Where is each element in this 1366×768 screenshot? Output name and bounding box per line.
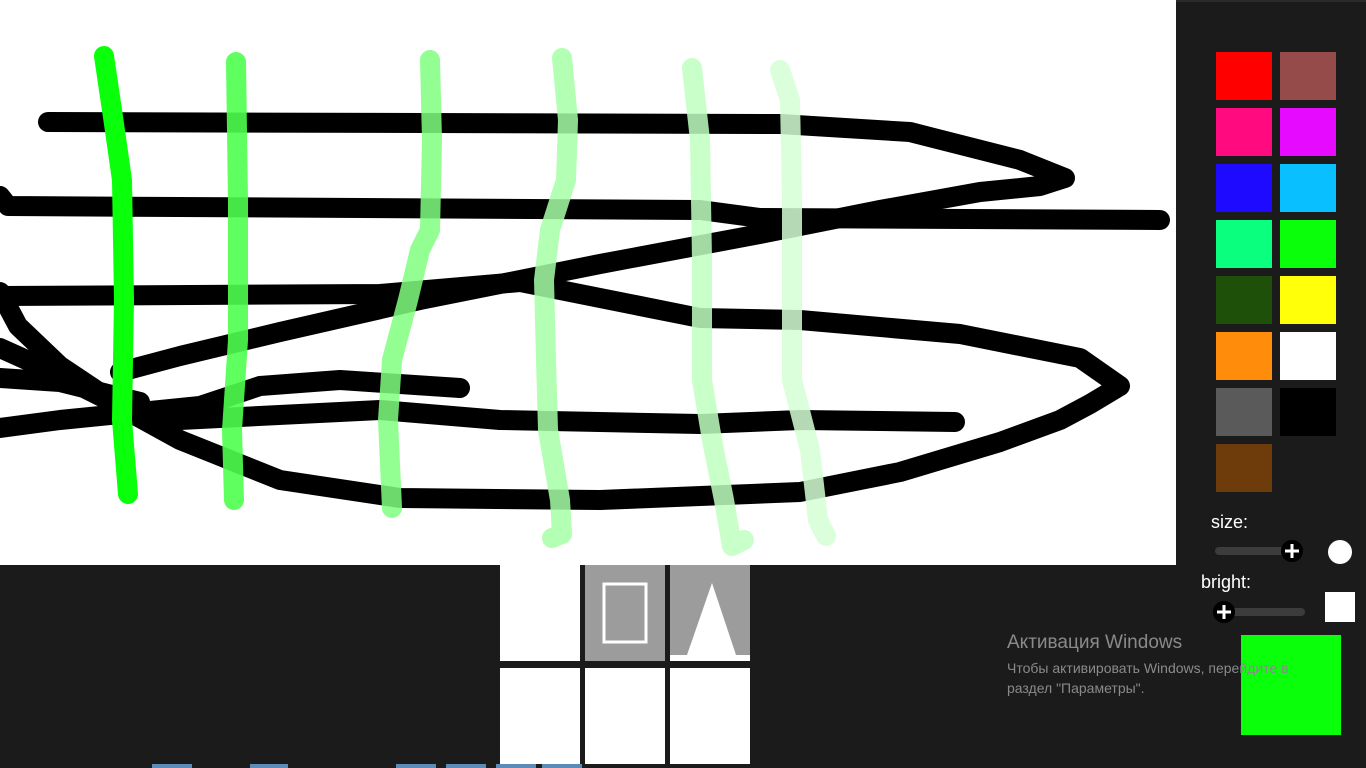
blank-tool[interactable] xyxy=(670,668,750,765)
color-swatch-white[interactable] xyxy=(1280,332,1336,380)
plus-icon xyxy=(1281,540,1304,562)
color-swatch-pink[interactable] xyxy=(1216,108,1272,156)
current-color-preview xyxy=(1241,635,1341,735)
green-stroke xyxy=(770,60,836,546)
blank-tool[interactable] xyxy=(585,668,665,765)
drawing-canvas[interactable] xyxy=(0,0,1176,565)
bright-label: bright: xyxy=(1201,572,1252,592)
triangle-icon xyxy=(670,583,750,661)
taskbar-strip xyxy=(0,764,1366,768)
taskbar-item[interactable] xyxy=(542,764,582,768)
brightness-preview xyxy=(1325,592,1355,622)
blank-tool[interactable] xyxy=(500,565,580,661)
plus-icon xyxy=(1212,601,1235,623)
color-swatch-blue[interactable] xyxy=(1216,164,1272,212)
color-swatch-magenta[interactable] xyxy=(1280,108,1336,156)
color-swatch-orange[interactable] xyxy=(1216,332,1272,380)
taskbar-item[interactable] xyxy=(496,764,536,768)
color-swatch-gray[interactable] xyxy=(1216,388,1272,436)
color-swatch-sky-blue[interactable] xyxy=(1280,164,1336,212)
color-swatch-green[interactable] xyxy=(1280,220,1336,268)
size-preview xyxy=(1328,540,1352,564)
green-stroke xyxy=(222,52,248,510)
color-swatch-black[interactable] xyxy=(1280,388,1336,436)
color-swatch-dark-green[interactable] xyxy=(1216,276,1272,324)
taskbar-item[interactable] xyxy=(396,764,436,768)
color-swatch-rosy-brown[interactable] xyxy=(1280,52,1336,100)
rectangle-outline-icon xyxy=(602,582,648,644)
taskbar-item[interactable] xyxy=(152,764,192,768)
canvas-drawing xyxy=(0,46,1170,556)
shape-tools xyxy=(500,565,750,765)
taskbar-item[interactable] xyxy=(446,764,486,768)
color-swatch-spring-green[interactable] xyxy=(1216,220,1272,268)
color-swatch-brown[interactable] xyxy=(1216,444,1272,492)
size-label: size: xyxy=(1211,512,1249,532)
color-swatch-red[interactable] xyxy=(1216,52,1272,100)
taskbar-item[interactable] xyxy=(250,764,288,768)
blank-tool[interactable] xyxy=(500,668,580,765)
rectangle-tool[interactable] xyxy=(585,565,665,661)
bright-slider-thumb[interactable] xyxy=(1212,601,1235,623)
size-slider-thumb[interactable] xyxy=(1281,540,1304,562)
green-stroke xyxy=(682,58,754,556)
triangle-tool[interactable] xyxy=(670,565,750,661)
color-swatch-yellow[interactable] xyxy=(1280,276,1336,324)
